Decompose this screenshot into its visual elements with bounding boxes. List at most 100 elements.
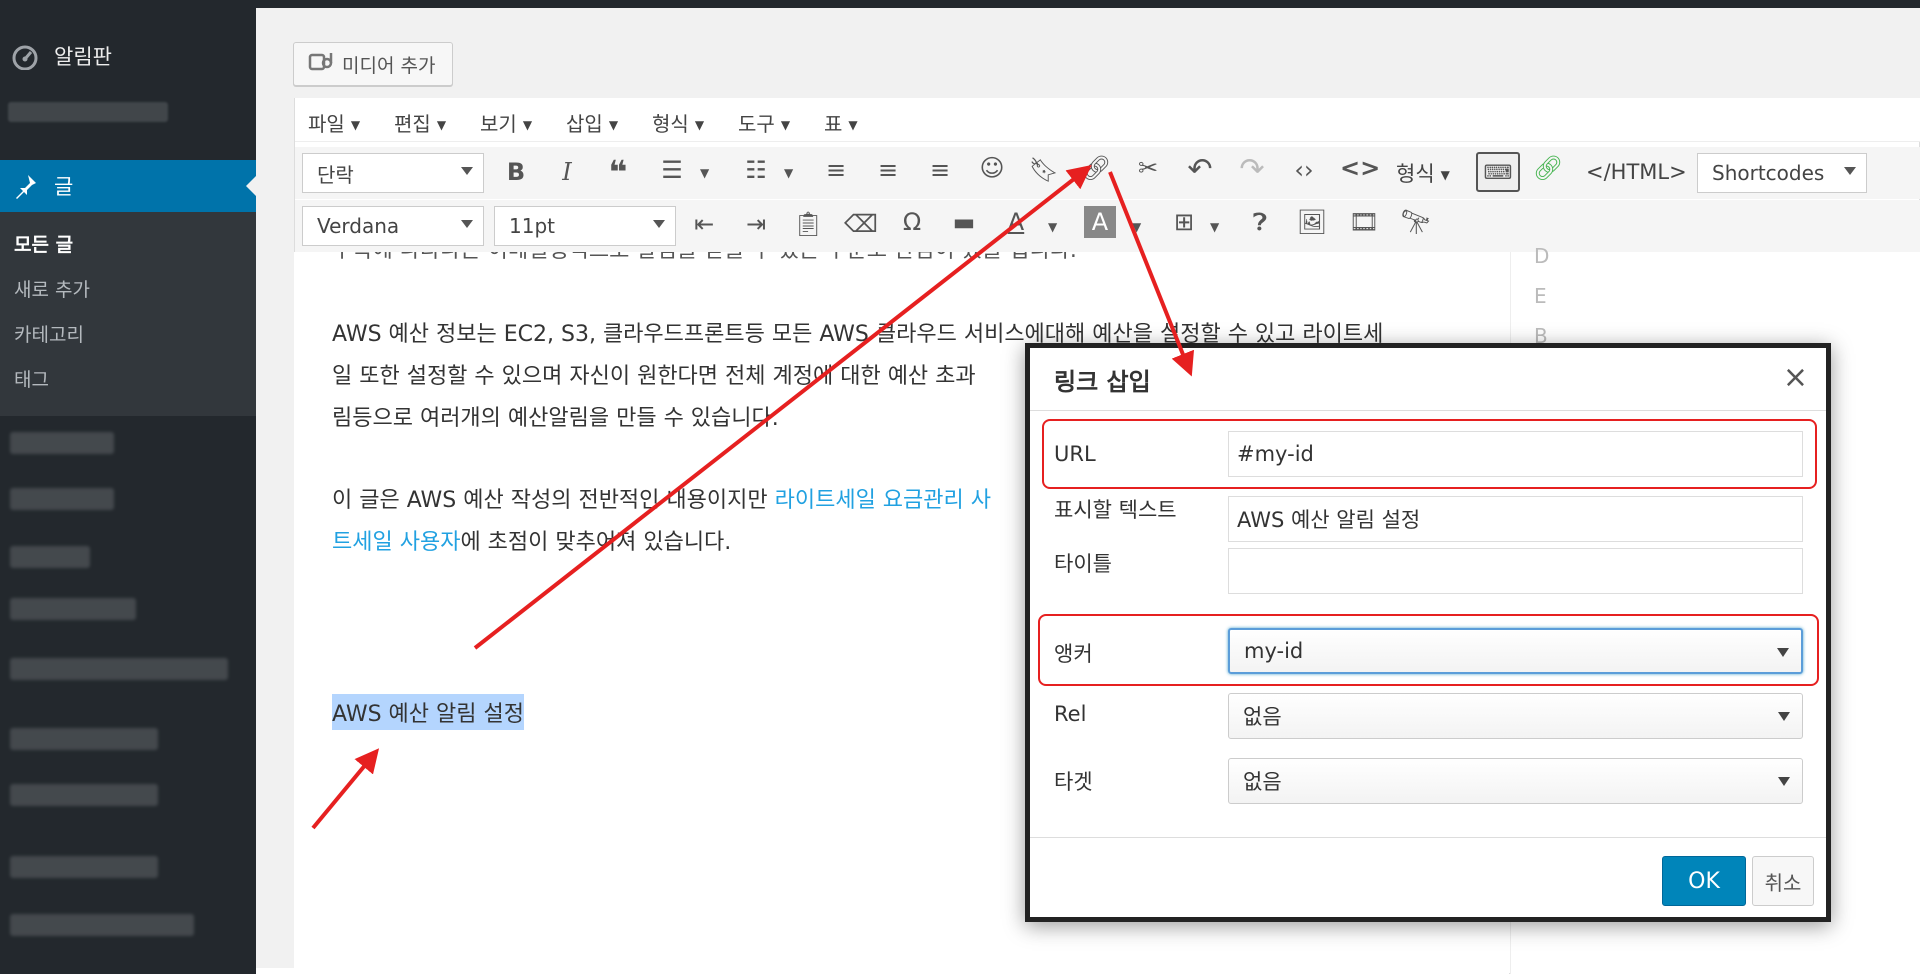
green-link-icon[interactable]: 🔗︎ [1532,154,1564,182]
html-button[interactable]: </HTML> [1586,160,1687,184]
target-select[interactable]: 없음 [1228,758,1803,804]
close-icon[interactable]: × [1783,360,1808,395]
shortcodes-select[interactable]: Shortcodes [1697,153,1867,193]
posts-submenu: 모든 글 새로 추가 카테고리 태그 [0,212,256,416]
ok-button[interactable]: OK [1662,856,1746,906]
menu-view[interactable]: 보기 ▼ [480,108,532,137]
link-icon[interactable]: 🔗︎ [1080,154,1112,182]
sidebar-item-posts[interactable]: 글 [0,160,256,212]
submenu-all-posts[interactable]: 모든 글 [14,230,73,257]
find-icon[interactable]: 🔭︎ [1400,208,1432,236]
submenu-categories[interactable]: 카테고리 [14,320,84,347]
chevron-down-icon[interactable]: ▼ [1132,220,1141,234]
submenu-add-new[interactable]: 새로 추가 [14,275,90,302]
sidebar-blurred-item [8,102,168,122]
paragraph-select[interactable]: 단락 [302,153,484,193]
paste-icon[interactable]: 📋︎ [792,210,824,238]
display-text-label: 표시할 텍스트 [1054,498,1177,522]
add-media-label: 미디어 추가 [342,54,436,77]
outdent-icon[interactable]: ⇤ [688,210,720,238]
rel-select[interactable]: 없음 [1228,693,1803,739]
sidebar-blurred-item [10,488,114,510]
format-dropdown[interactable]: 형식 ▼ [1396,158,1450,188]
menu-table[interactable]: 표 ▼ [824,108,858,137]
emoji-icon[interactable]: ☺ [976,154,1008,182]
align-center-icon[interactable]: ≡ [872,156,904,184]
chevron-down-icon[interactable]: ▼ [784,166,793,180]
dashboard-icon [10,41,40,71]
admin-sidebar: 알림판 글 모든 글 새로 추가 카테고리 태그 [0,0,256,974]
menu-insert[interactable]: 삽입 ▼ [566,108,618,137]
lightsail-user-link[interactable]: 트세일 사용자 [332,530,460,555]
text-color-icon[interactable]: A [1000,208,1032,236]
sidebar-blurred-item [10,658,228,680]
selected-text[interactable]: AWS 예산 알림 설정 [332,694,524,730]
submenu-tags[interactable]: 태그 [14,365,49,392]
url-label: URL [1054,442,1096,466]
paragraph-2-line-1: 이 글은 AWS 예산 작성의 전반적인 내용이지만 라이트세일 요금관리 사 [332,488,991,513]
admin-top-bar [0,0,1920,8]
unlink-icon[interactable]: ✂ [1132,154,1164,182]
indent-icon[interactable]: ⇥ [740,210,772,238]
bullet-list-icon[interactable]: ☰ [656,156,688,184]
sidebar-blurred-item [10,728,158,750]
anchor-select[interactable]: my-id [1228,628,1803,674]
cancel-button[interactable]: 취소 [1752,856,1814,906]
chevron-down-icon[interactable]: ▼ [1048,220,1057,234]
insert-link-dialog: 링크 삽입 × URL 표시할 텍스트 타이틀 앵커 my-id Rel 없음 … [1025,343,1831,922]
menu-tools[interactable]: 도구 ▼ [738,108,790,137]
gutter-letter: E [1534,284,1547,308]
editor-menubar [295,98,1920,142]
sidebar-blurred-item [10,546,90,568]
menu-file[interactable]: 파일 ▼ [308,108,360,137]
quote-icon[interactable]: ❝ [602,153,634,191]
undo-icon[interactable]: ↶ [1184,152,1216,187]
omega-icon[interactable]: Ω [896,208,928,236]
font-family-select[interactable]: Verdana [302,206,484,246]
sidebar-blurred-item [10,784,158,806]
align-left-icon[interactable]: ≡ [820,156,852,184]
media-icon [308,49,334,80]
redo-icon[interactable]: ↷ [1236,152,1268,187]
video-icon[interactable]: 🎞︎ [1348,208,1380,236]
code-icon[interactable]: ‹› [1288,156,1320,184]
image-icon[interactable]: 🖼︎ [1296,208,1328,236]
divider [1030,837,1826,838]
sidebar-blurred-item [10,598,136,620]
italic-icon[interactable]: I [551,158,583,186]
bg-color-icon[interactable]: A [1084,206,1116,238]
gutter-letter: D [1534,244,1550,268]
target-label: 타겟 [1054,770,1093,794]
divider [1030,410,1826,411]
anchor-label: 앵커 [1054,642,1093,666]
sidebar-item-label: 알림판 [54,44,112,69]
display-text-input[interactable] [1228,496,1803,542]
table-icon[interactable]: ⊞ [1168,208,1200,236]
keyboard-icon[interactable]: ⌨ [1476,152,1520,192]
rel-label: Rel [1054,702,1087,726]
dialog-title: 링크 삽입 [1054,368,1151,396]
lightsail-billing-link[interactable]: 라이트세일 요금관리 사 [775,488,991,513]
sidebar-blurred-item [10,914,194,936]
chevron-down-icon[interactable]: ▼ [700,166,709,180]
chevron-down-icon[interactable]: ▼ [1210,220,1219,234]
paragraph-2-line-2: 트세일 사용자에 초점이 맞추어져 있습니다. [332,530,732,555]
add-media-button[interactable]: 미디어 추가 [293,42,453,86]
page-break-icon[interactable]: ▬ [948,208,980,236]
title-input[interactable] [1228,548,1803,594]
bold-icon[interactable]: B [500,158,532,186]
bookmark-icon[interactable]: 🔖︎ [1028,156,1060,184]
title-label: 타이틀 [1054,552,1112,576]
numbered-list-icon[interactable]: ☷ [740,156,772,184]
url-input[interactable] [1228,431,1803,477]
sidebar-item-dashboard[interactable]: 알림판 [0,33,256,78]
source-code-icon[interactable]: <> [1340,154,1380,182]
align-right-icon[interactable]: ≡ [924,156,956,184]
paragraph-cut-line: 우측에 나타나는 이메일형식으로 알림을 받을 수 있는 부분도 관심이 있을 … [332,252,1077,272]
font-size-select[interactable]: 11pt [494,206,676,246]
menu-edit[interactable]: 편집 ▼ [394,108,446,137]
help-icon[interactable]: ❓︎ [1244,208,1276,236]
menu-format[interactable]: 형식 ▼ [652,108,704,137]
sidebar-blurred-item [10,856,158,878]
eraser-icon[interactable]: ⌫ [844,210,878,238]
